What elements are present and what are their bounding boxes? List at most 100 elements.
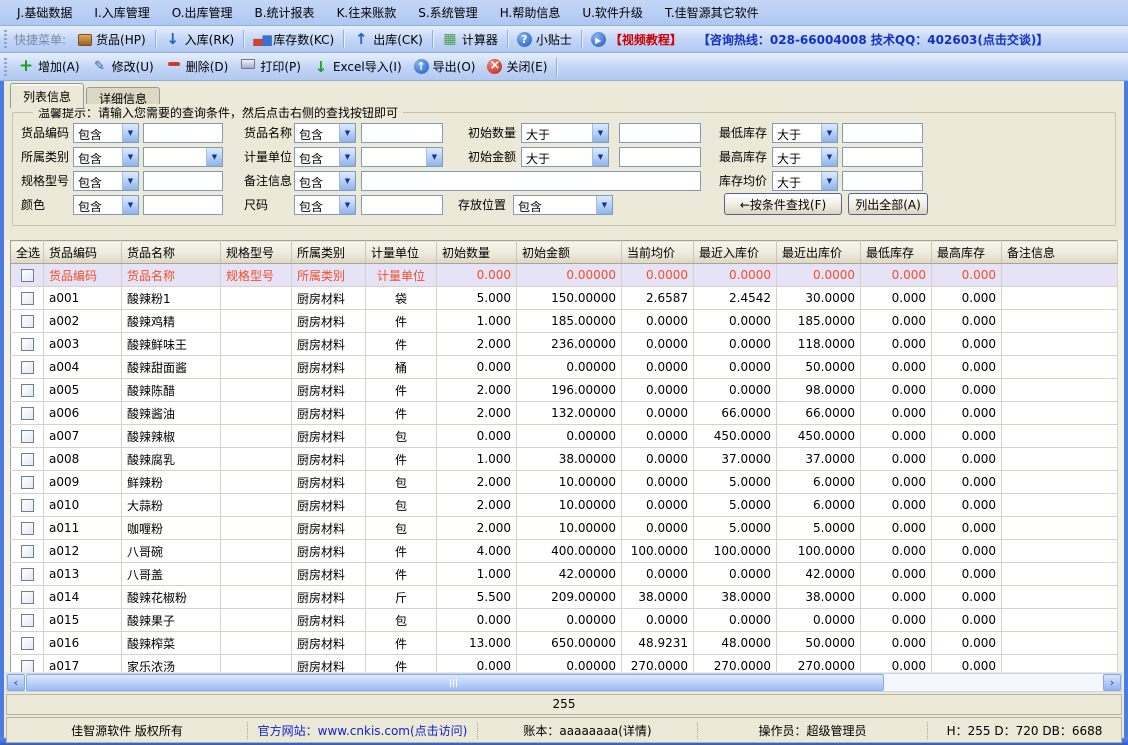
color-input[interactable]	[143, 195, 223, 215]
table-row[interactable]: a011 咖喱粉 厨房材料 包 2.000 10.00000 0.0000 5.…	[11, 517, 1118, 540]
tab[interactable]: 列表信息	[10, 83, 84, 108]
column-header[interactable]: 最近入库价	[694, 241, 777, 264]
remark-input[interactable]	[361, 171, 701, 191]
action-toolbar-button[interactable]: 增加(A)	[12, 56, 86, 77]
table-row[interactable]: a012 八哥碗 厨房材料 件 4.000 400.00000 100.0000…	[11, 540, 1118, 563]
row-checkbox[interactable]	[21, 453, 34, 466]
min-stock-input[interactable]	[842, 123, 923, 143]
row-checkbox[interactable]	[21, 407, 34, 420]
table-row[interactable]: a002 酸辣鸡精 厨房材料 件 1.000 185.00000 0.0000 …	[11, 310, 1118, 333]
table-row[interactable]: a001 酸辣粉1 厨房材料 袋 5.000 150.00000 2.6587 …	[11, 287, 1118, 310]
column-header[interactable]: 最低库存	[861, 241, 932, 264]
table-row[interactable]: a016 酸辣榨菜 厨房材料 件 13.000 650.00000 48.923…	[11, 632, 1118, 655]
search-by-condition-button[interactable]: ←按条件查找(F)	[724, 193, 842, 215]
category-op-select[interactable]: 包含▼	[73, 147, 139, 167]
unit-op-select[interactable]: 包含▼	[294, 147, 356, 167]
column-header[interactable]: 全选	[11, 241, 44, 264]
column-header[interactable]: 所属类别	[292, 241, 366, 264]
row-checkbox[interactable]	[21, 269, 34, 282]
row-checkbox[interactable]	[21, 522, 34, 535]
table-row[interactable]: a007 酸辣辣椒 厨房材料 包 0.000 0.00000 0.0000 45…	[11, 425, 1118, 448]
column-header[interactable]: 备注信息	[1002, 241, 1118, 264]
row-checkbox[interactable]	[21, 614, 34, 627]
location-op-select[interactable]: 包含▼	[513, 195, 613, 215]
action-toolbar-button[interactable]: 删除(D)	[160, 56, 235, 77]
row-checkbox[interactable]	[21, 315, 34, 328]
goods-code-op-select[interactable]: 包含▼	[73, 123, 139, 143]
min-stock-op-select[interactable]: 大于▼	[772, 123, 838, 143]
row-checkbox[interactable]	[21, 499, 34, 512]
footer-account[interactable]: 账本：aaaaaaaa(详情)	[477, 722, 697, 739]
quick-toolbar-button[interactable]: 小贴士	[511, 29, 578, 50]
goods-name-op-select[interactable]: 包含▼	[294, 123, 356, 143]
max-stock-op-select[interactable]: 大于▼	[772, 147, 838, 167]
row-checkbox[interactable]	[21, 361, 34, 374]
row-checkbox[interactable]	[21, 591, 34, 604]
unit-value-combo[interactable]: ▼	[361, 147, 443, 167]
action-toolbar-button[interactable]: 关闭(E)	[481, 56, 553, 77]
spec-input[interactable]	[143, 171, 223, 191]
column-header[interactable]: 初始数量	[437, 241, 517, 264]
category-value-combo[interactable]: ▼	[143, 147, 223, 167]
toolbar-grip[interactable]	[4, 58, 7, 76]
row-checkbox[interactable]	[21, 660, 34, 672]
column-header[interactable]: 货品编码	[44, 241, 122, 264]
table-row[interactable]: a017 家乐浓汤 厨房材料 件 0.000 0.00000 270.0000 …	[11, 655, 1118, 673]
column-header[interactable]: 货品名称	[122, 241, 221, 264]
table-row[interactable]: a010 大蒜粉 厨房材料 包 2.000 10.00000 0.0000 5.…	[11, 494, 1118, 517]
quick-toolbar-button[interactable]: 入库(RK)	[159, 29, 241, 50]
table-row[interactable]: a008 酸辣腐乳 厨房材料 件 1.000 38.00000 0.0000 3…	[11, 448, 1118, 471]
menu-item[interactable]: J.基础数据	[6, 1, 83, 24]
menu-item[interactable]: H.帮助信息	[489, 1, 572, 24]
footer-website-link[interactable]: 官方网站：www.cnkis.com(点击访问)	[247, 722, 477, 739]
table-row[interactable]: a014 酸辣花椒粉 厨房材料 斤 5.500 209.00000 38.000…	[11, 586, 1118, 609]
column-header[interactable]: 最近出库价	[777, 241, 861, 264]
init-qty-input[interactable]	[619, 123, 701, 143]
menu-item[interactable]: U.软件升级	[571, 1, 654, 24]
table-row[interactable]: 货品编码 货品名称 规格型号 所属类别 计量单位 0.000 0.00000 0…	[11, 264, 1118, 287]
row-checkbox[interactable]	[21, 637, 34, 650]
menu-item[interactable]: I.入库管理	[83, 1, 160, 24]
table-row[interactable]: a009 鲜辣粉 厨房材料 包 2.000 10.00000 0.0000 5.…	[11, 471, 1118, 494]
avg-price-op-select[interactable]: 大于▼	[772, 171, 838, 191]
quick-toolbar-button[interactable]: 计算器	[436, 29, 504, 50]
table-row[interactable]: a013 八哥盖 厨房材料 件 1.000 42.00000 0.0000 0.…	[11, 563, 1118, 586]
table-row[interactable]: a003 酸辣鲜味王 厨房材料 件 2.000 236.00000 0.0000…	[11, 333, 1118, 356]
max-stock-input[interactable]	[842, 147, 923, 167]
row-checkbox[interactable]	[21, 476, 34, 489]
init-amount-op-select[interactable]: 大于▼	[521, 147, 609, 167]
horizontal-scrollbar[interactable]: ‹ ›	[6, 673, 1122, 692]
avg-price-input[interactable]	[842, 171, 923, 191]
row-checkbox[interactable]	[21, 568, 34, 581]
menu-item[interactable]: K.往来账款	[326, 1, 408, 24]
column-header[interactable]: 初始金额	[517, 241, 622, 264]
menu-item[interactable]: O.出库管理	[161, 1, 244, 24]
quick-toolbar-button[interactable]: 出库(CK)	[347, 29, 429, 50]
row-checkbox[interactable]	[21, 384, 34, 397]
action-toolbar-button[interactable]: 打印(P)	[234, 56, 307, 77]
spec-op-select[interactable]: 包含▼	[73, 171, 139, 191]
init-qty-op-select[interactable]: 大于▼	[521, 123, 609, 143]
row-checkbox[interactable]	[21, 338, 34, 351]
init-amount-input[interactable]	[619, 147, 701, 167]
size-op-select[interactable]: 包含▼	[294, 195, 356, 215]
menu-item[interactable]: S.系统管理	[407, 1, 488, 24]
action-toolbar-button[interactable]: 修改(U)	[86, 56, 160, 77]
goods-name-input[interactable]	[361, 123, 443, 143]
scroll-left-arrow-icon[interactable]: ‹	[7, 674, 25, 691]
row-checkbox[interactable]	[21, 545, 34, 558]
goods-code-input[interactable]	[143, 123, 223, 143]
row-checkbox[interactable]	[21, 292, 34, 305]
scroll-right-arrow-icon[interactable]: ›	[1103, 674, 1121, 691]
menu-item[interactable]: T.佳智源其它软件	[654, 1, 770, 24]
table-row[interactable]: a005 酸辣陈醋 厨房材料 件 2.000 196.00000 0.0000 …	[11, 379, 1118, 402]
scrollbar-thumb[interactable]	[26, 674, 884, 691]
action-toolbar-button[interactable]: Excel导入(I)	[307, 56, 408, 77]
toolbar-grip[interactable]	[4, 30, 7, 48]
column-header[interactable]: 规格型号	[221, 241, 292, 264]
column-header[interactable]: 最高库存	[932, 241, 1002, 264]
table-row[interactable]: a015 酸辣果子 厨房材料 包 0.000 0.00000 0.0000 0.…	[11, 609, 1118, 632]
action-toolbar-button[interactable]: 导出(O)	[408, 56, 482, 77]
table-row[interactable]: a004 酸辣甜面酱 厨房材料 桶 0.000 0.00000 0.0000 0…	[11, 356, 1118, 379]
row-checkbox[interactable]	[21, 430, 34, 443]
